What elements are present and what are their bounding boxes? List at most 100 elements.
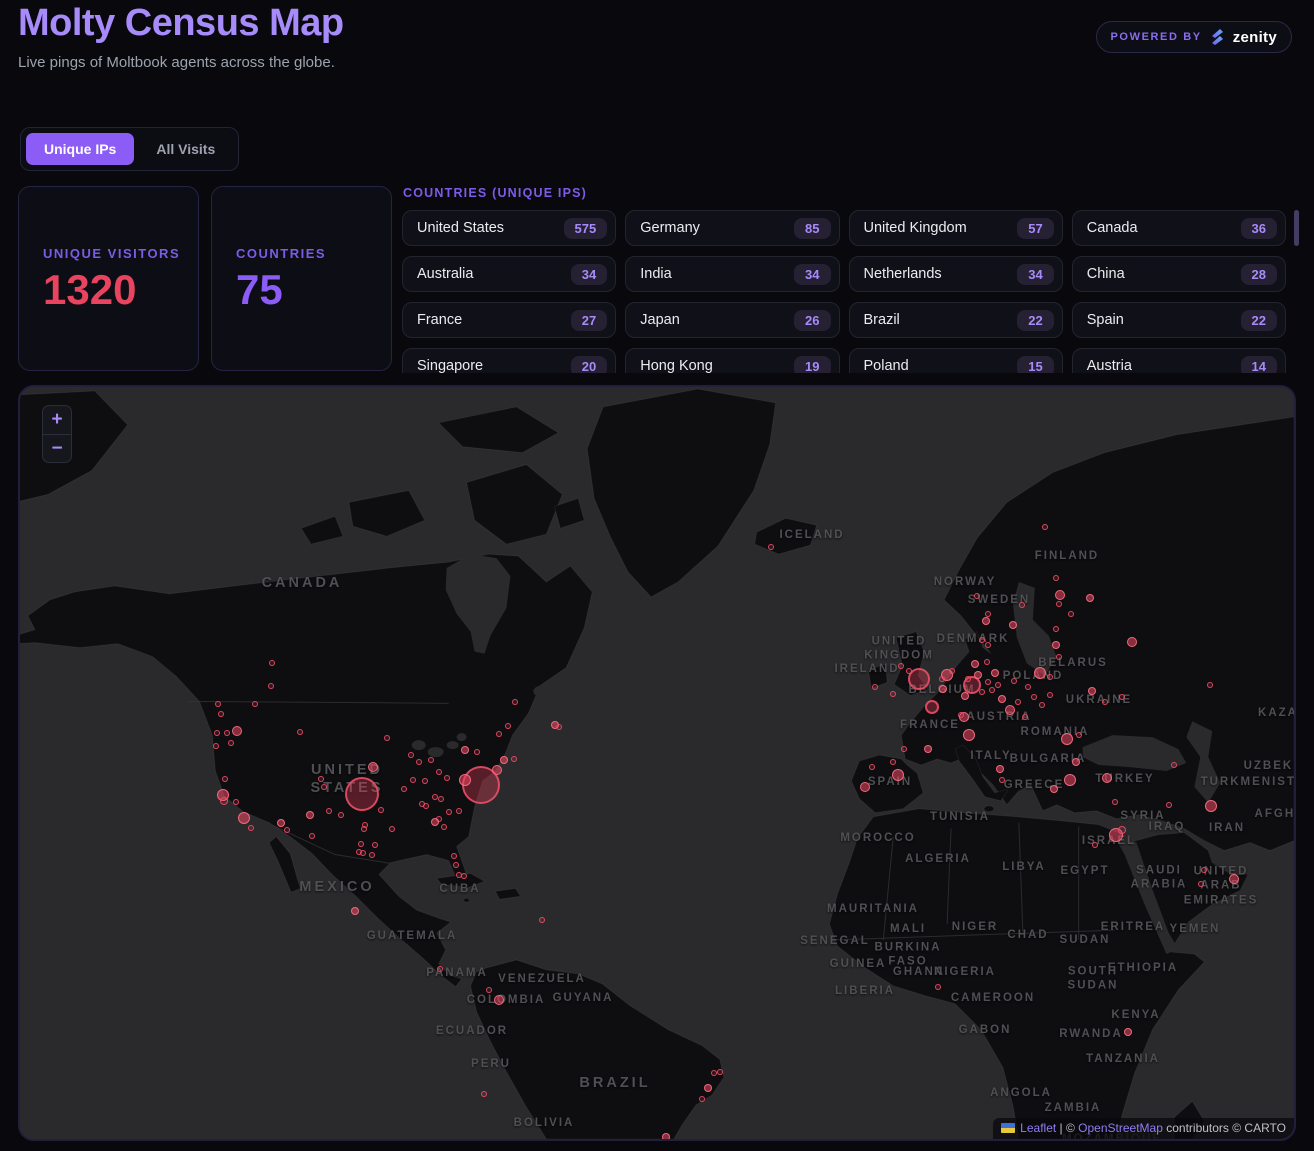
ping-marker[interactable] [898,663,904,669]
ping-marker[interactable] [224,730,230,736]
ping-marker[interactable] [372,842,378,848]
ping-marker[interactable] [1056,601,1062,607]
ping-marker[interactable] [451,853,457,859]
ping-marker[interactable] [492,765,502,775]
ping-marker[interactable] [437,966,443,972]
ping-marker[interactable] [906,668,912,674]
ping-marker[interactable] [869,764,875,770]
country-row[interactable]: Brazil22 [849,302,1063,338]
country-row[interactable]: Austria14 [1072,348,1286,373]
ping-marker[interactable] [360,850,366,856]
ping-marker[interactable] [1047,692,1053,698]
ping-marker[interactable] [389,826,395,832]
ping-marker[interactable] [228,740,234,746]
ping-marker[interactable] [1118,826,1126,834]
ping-marker[interactable] [511,756,517,762]
ping-marker[interactable] [408,752,414,758]
powered-by-badge[interactable]: POWERED BY zenity [1096,21,1293,53]
ping-marker[interactable] [1102,699,1108,705]
country-row[interactable]: Australia34 [402,256,616,292]
ping-marker[interactable] [995,682,1001,688]
ping-marker[interactable] [1124,1028,1132,1036]
ping-marker[interactable] [989,687,995,693]
ping-marker[interactable] [1025,684,1031,690]
ping-marker[interactable] [984,659,990,665]
ping-marker[interactable] [232,726,242,736]
ping-marker[interactable] [361,826,367,832]
ping-marker[interactable] [1088,687,1096,695]
ping-marker[interactable] [213,743,219,749]
ping-marker[interactable] [860,782,870,792]
leaflet-link[interactable]: Leaflet [1020,1121,1056,1135]
ping-marker[interactable] [1201,867,1207,873]
ping-marker[interactable] [248,825,254,831]
ping-marker[interactable] [446,809,452,815]
country-row[interactable]: Hong Kong19 [625,348,839,373]
ping-marker[interactable] [999,777,1005,783]
ping-marker[interactable] [704,1084,712,1092]
ping-marker[interactable] [1205,800,1217,812]
ping-marker[interactable] [277,819,285,827]
ping-marker[interactable] [959,712,969,722]
country-row[interactable]: Japan26 [625,302,839,338]
ping-marker[interactable] [974,671,982,679]
ping-marker[interactable] [998,695,1006,703]
osm-link[interactable]: OpenStreetMap [1078,1121,1163,1135]
ping-marker[interactable] [358,841,364,847]
countries-scrollbar[interactable] [1294,210,1299,246]
ping-marker[interactable] [214,730,220,736]
ping-marker[interactable] [431,818,439,826]
ping-marker[interactable] [422,778,428,784]
ping-marker[interactable] [444,775,450,781]
ping-marker[interactable] [1092,842,1098,848]
country-row[interactable]: United States575 [402,210,616,246]
ping-marker[interactable] [556,724,562,730]
ping-marker[interactable] [369,852,375,858]
ping-marker[interactable] [991,669,999,677]
ping-marker[interactable] [1076,732,1082,738]
ping-marker[interactable] [982,617,990,625]
ping-marker[interactable] [215,701,221,707]
ping-marker[interactable] [901,746,907,752]
ping-marker[interactable] [539,917,545,923]
ping-marker[interactable] [890,759,896,765]
ping-marker[interactable] [401,786,407,792]
ping-marker[interactable] [378,807,384,813]
ping-marker[interactable] [233,799,239,805]
ping-marker[interactable] [309,833,315,839]
ping-marker[interactable] [423,803,429,809]
ping-marker[interactable] [252,701,258,707]
ping-marker[interactable] [481,1091,487,1097]
ping-marker[interactable] [1034,667,1046,679]
ping-marker[interactable] [892,769,904,781]
ping-marker[interactable] [717,1069,723,1075]
ping-marker[interactable] [1055,590,1065,600]
country-row[interactable]: India34 [625,256,839,292]
ping-marker[interactable] [461,873,467,879]
country-row[interactable]: Spain22 [1072,302,1286,338]
ping-marker[interactable] [1127,637,1137,647]
ping-marker[interactable] [436,769,442,775]
ping-marker[interactable] [924,745,932,753]
ping-marker[interactable] [1086,594,1094,602]
ping-marker[interactable] [505,723,511,729]
ping-marker[interactable] [1056,654,1062,660]
zoom-out-button[interactable]: − [43,434,71,462]
zoom-in-button[interactable]: + [43,406,71,434]
ping-marker[interactable] [1047,674,1053,680]
ping-marker[interactable] [935,984,941,990]
ping-marker[interactable] [939,685,947,693]
ping-marker[interactable] [1052,641,1060,649]
ping-marker[interactable] [384,735,390,741]
ping-marker[interactable] [1068,611,1074,617]
ping-marker[interactable] [961,692,969,700]
ping-marker[interactable] [474,749,480,755]
ping-marker[interactable] [496,731,502,737]
ping-marker[interactable] [985,679,991,685]
country-row[interactable]: Germany85 [625,210,839,246]
tab-unique-ips[interactable]: Unique IPs [26,133,134,165]
ping-marker[interactable] [326,808,332,814]
ping-marker[interactable] [268,683,274,689]
ping-marker[interactable] [768,544,774,550]
ping-marker[interactable] [1229,874,1239,884]
